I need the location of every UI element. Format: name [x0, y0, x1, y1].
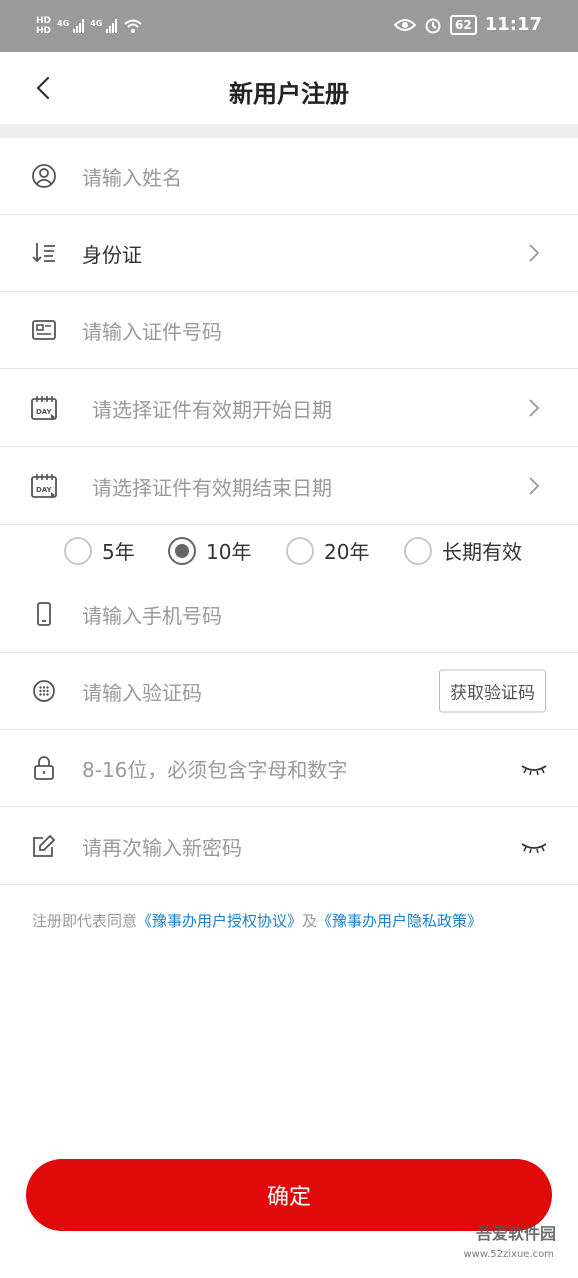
verification-code-field[interactable]: 请输入验证码 获取验证码 [0, 653, 578, 730]
id-card-icon [30, 316, 58, 344]
status-bar: HD HD 4G 4G 62 11:17 [0, 0, 578, 52]
radio-circle-selected [168, 536, 196, 565]
get-code-button[interactable]: 获取验证码 [439, 669, 546, 713]
agreement-and: 及 [302, 912, 318, 930]
chevron-right-icon [528, 243, 540, 263]
nav-bar: 新用户注册 [0, 52, 578, 124]
phone-placeholder: 请输入手机号码 [82, 603, 222, 628]
user-icon [30, 162, 58, 190]
radio-5-years[interactable]: 5年 [64, 536, 135, 565]
hd-indicator-2: HD [36, 26, 52, 36]
battery-indicator: 62 [450, 14, 477, 35]
signal-bars-2-icon [106, 19, 118, 33]
id-number-field[interactable]: 请输入证件号码 [0, 292, 578, 369]
name-field[interactable]: 请输入姓名 [0, 138, 578, 215]
id-type-selector[interactable]: 身份证 [0, 215, 578, 292]
keypad-icon [30, 677, 58, 705]
password-placeholder: 8-16位，必须包含字母和数字 [82, 757, 348, 782]
alarm-icon [425, 18, 441, 33]
end-date-selector[interactable]: DAY 请选择证件有效期结束日期 [0, 448, 578, 525]
edit-icon [30, 832, 58, 860]
clock: 11:17 [484, 14, 542, 35]
radio-10-years[interactable]: 10年 [168, 536, 251, 565]
status-right: 62 11:17 [394, 14, 542, 35]
id-type-value: 身份证 [82, 242, 142, 267]
signal-group: HD HD 4G 4G [36, 16, 143, 36]
privacy-policy-link[interactable]: 《豫事办用户隐私政策》 [317, 912, 482, 930]
chevron-right-icon [528, 398, 540, 418]
agreement-prefix: 注册即代表同意 [32, 912, 138, 930]
hd-indicator-1: HD [36, 16, 52, 26]
lock-icon [30, 754, 58, 782]
watermark-url: www.52zixue.com [463, 1249, 555, 1260]
radio-circle [64, 536, 92, 565]
code-placeholder: 请输入验证码 [82, 680, 202, 705]
end-date-placeholder: 请选择证件有效期结束日期 [92, 475, 332, 500]
start-date-placeholder: 请选择证件有效期开始日期 [92, 397, 332, 422]
radio-label: 5年 [102, 540, 135, 564]
user-agreement-link[interactable]: 《豫事办用户授权协议》 [137, 912, 302, 930]
start-date-selector[interactable]: DAY 请选择证件有效期开始日期 [0, 370, 578, 447]
radio-label: 20年 [324, 540, 370, 564]
eye-comfort-icon [394, 18, 416, 31]
id-number-placeholder: 请输入证件号码 [82, 319, 222, 344]
hd-indicators: HD HD [36, 16, 51, 36]
network-type-1: 4G [57, 18, 70, 28]
section-divider [0, 124, 578, 138]
radio-circle [404, 536, 432, 565]
confirm-password-placeholder: 请再次输入新密码 [82, 835, 242, 860]
watermark-name: 吾爱软件园 [475, 1224, 556, 1243]
network-type-2: 4G [90, 18, 103, 28]
phone-icon [30, 600, 58, 628]
page-title: 新用户注册 [229, 80, 349, 108]
site-watermark: 吾爱软件园 www.52zixue.com [428, 1202, 568, 1272]
eye-closed-icon[interactable] [520, 839, 548, 854]
svg-text:DAY: DAY [36, 486, 53, 494]
radio-label: 10年 [206, 540, 252, 564]
sort-list-icon [30, 239, 58, 267]
svg-text:DAY: DAY [36, 408, 53, 416]
radio-label: 长期有效 [442, 540, 522, 564]
wifi-icon [124, 19, 142, 33]
chevron-right-icon [528, 476, 540, 496]
calendar-day-icon: DAY [30, 472, 58, 500]
confirm-password-field[interactable]: 请再次输入新密码 [0, 808, 578, 885]
validity-radio-group: 5年 10年 20年 长期有效 [0, 526, 578, 576]
calendar-day-icon: DAY [30, 394, 58, 422]
eye-closed-icon[interactable] [520, 761, 548, 776]
agreement-text: 注册即代表同意《豫事办用户授权协议》及《豫事办用户隐私政策》 [32, 910, 482, 931]
radio-long-term[interactable]: 长期有效 [404, 536, 522, 565]
name-placeholder: 请输入姓名 [82, 165, 182, 190]
password-field[interactable]: 8-16位，必须包含字母和数字 [0, 730, 578, 807]
radio-circle [286, 536, 314, 565]
signal-bars-1-icon [73, 19, 85, 33]
radio-20-years[interactable]: 20年 [286, 536, 369, 565]
phone-field[interactable]: 请输入手机号码 [0, 576, 578, 653]
